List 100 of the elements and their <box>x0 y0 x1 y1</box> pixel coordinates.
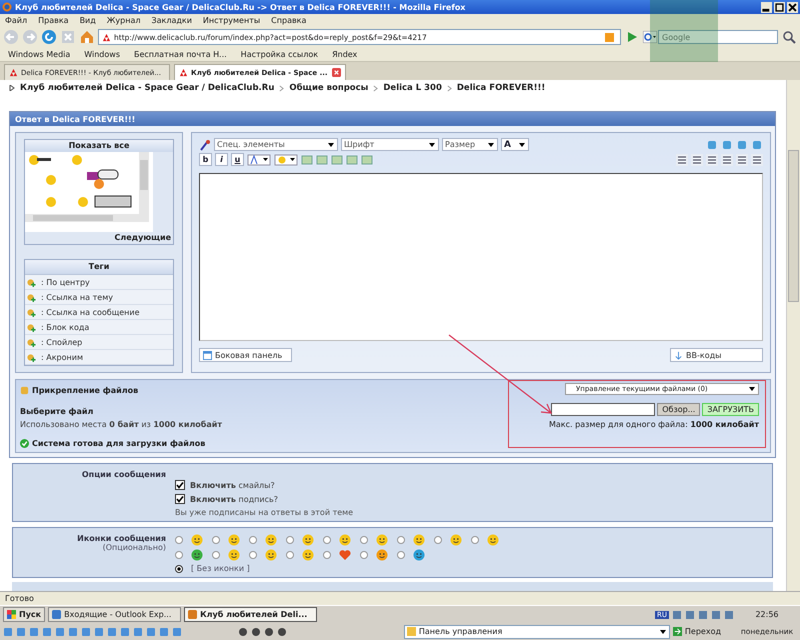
radio-button[interactable] <box>249 536 257 544</box>
minimize-icon[interactable] <box>761 2 772 12</box>
radio-button[interactable] <box>175 564 183 572</box>
go-button[interactable]: Переход <box>672 627 721 636</box>
tag-link[interactable]: : Акроним <box>41 352 83 362</box>
dropdown-arrow-icon[interactable] <box>748 385 756 393</box>
vertical-scrollbar[interactable] <box>786 80 800 591</box>
start-button[interactable]: Пуск <box>3 607 46 622</box>
tag-link[interactable]: : Блок кода <box>41 322 90 332</box>
align-icon[interactable] <box>676 154 688 166</box>
radio-button[interactable] <box>360 536 368 544</box>
home-icon[interactable] <box>79 29 95 45</box>
stop-icon[interactable] <box>60 29 76 45</box>
bookmark-link[interactable]: Windows <box>84 50 120 58</box>
menu-item[interactable]: Справка <box>271 16 306 25</box>
smiley-picker-icon[interactable] <box>274 154 298 166</box>
close-icon[interactable] <box>787 2 798 12</box>
back-icon[interactable] <box>3 29 19 45</box>
bookmark-link[interactable]: Бесплатная почта H... <box>134 50 227 58</box>
address-toolbar-field[interactable]: Панель управления <box>404 624 670 638</box>
radio-button[interactable] <box>175 551 183 559</box>
reload-icon[interactable] <box>41 29 57 45</box>
search-engine-icon[interactable] <box>643 31 657 43</box>
radio-button[interactable] <box>323 536 331 544</box>
menu-item[interactable]: Файл <box>5 16 28 25</box>
menu-item[interactable]: Инструменты <box>202 16 260 25</box>
taskbar-button[interactable]: Клуб любителей Deli... <box>184 607 318 622</box>
format-dropdown[interactable]: Размер <box>442 138 498 151</box>
tag-insert-icon[interactable] <box>27 338 36 346</box>
breadcrumb-link[interactable]: Delica FOREVER!!! <box>456 83 546 93</box>
align-icon[interactable] <box>721 154 733 166</box>
radio-button[interactable] <box>434 536 442 544</box>
radio-button[interactable] <box>471 536 479 544</box>
radio-button[interactable] <box>212 536 220 544</box>
format-button[interactable]: b <box>199 153 212 166</box>
taskbar-button[interactable]: Входящие - Outlook Exp... <box>48 607 182 622</box>
tag-insert-icon[interactable] <box>27 322 36 332</box>
radio-button[interactable] <box>323 551 331 559</box>
radio-button[interactable] <box>397 551 405 559</box>
smiley-icon <box>265 534 277 546</box>
search-field[interactable]: Google <box>658 30 778 44</box>
checkbox[interactable] <box>175 494 185 504</box>
insert-media-icon[interactable] <box>301 154 313 166</box>
radio-button[interactable] <box>175 536 183 544</box>
tag-link[interactable]: : Спойлер <box>41 338 82 346</box>
dropdown-arrow-icon[interactable] <box>658 628 667 636</box>
menu-item[interactable]: Вид <box>80 16 96 25</box>
breadcrumb-link[interactable]: Клуб любителей Delica - Space Gear / DelicaClub.Ru <box>20 83 274 93</box>
format-button[interactable]: i <box>215 153 228 166</box>
menu-item[interactable]: Правка <box>38 16 69 25</box>
upload-button[interactable]: ЗАГРУЗИТЬ <box>702 403 759 416</box>
dropdown-arrow-icon[interactable] <box>518 140 526 148</box>
checkbox[interactable] <box>175 480 185 490</box>
breadcrumb-link[interactable]: Общие вопросы <box>289 83 368 93</box>
align-icon[interactable] <box>751 154 763 166</box>
tag-insert-icon[interactable] <box>27 352 36 362</box>
align-icon[interactable] <box>706 154 718 166</box>
tag-link[interactable]: : Ссылка на сообщение <box>41 308 140 316</box>
insert-media-icon[interactable] <box>331 154 343 166</box>
browse-button[interactable]: Обзор... <box>657 403 700 416</box>
bbcode-button[interactable]: BB-коды <box>670 348 763 362</box>
radio-button[interactable] <box>286 536 294 544</box>
bookmark-link[interactable]: Яndex <box>332 50 358 58</box>
next-link[interactable]: Следующие <box>25 232 173 244</box>
tag-link[interactable]: : Ссылка на тему <box>41 292 113 302</box>
show-all-link[interactable]: Показать все <box>25 140 173 152</box>
menu-item[interactable]: Закладки <box>151 16 192 25</box>
smiley-icon <box>376 549 388 561</box>
tag-insert-icon[interactable] <box>27 278 36 286</box>
search-icon[interactable] <box>781 29 797 45</box>
sidebar-button[interactable]: Боковая панель <box>199 348 292 362</box>
tag-insert-icon[interactable] <box>27 308 36 316</box>
breadcrumb-link[interactable]: Delica L 300 <box>383 83 442 93</box>
format-dropdown[interactable]: A <box>501 138 529 151</box>
radio-button[interactable] <box>286 551 294 559</box>
align-icon[interactable] <box>736 154 748 166</box>
tag-insert-icon[interactable] <box>27 292 36 302</box>
insert-media-icon[interactable] <box>361 154 373 166</box>
radio-button[interactable] <box>360 551 368 559</box>
format-button[interactable]: u <box>231 153 244 166</box>
radio-button[interactable] <box>249 551 257 559</box>
maximize-icon[interactable] <box>774 2 785 12</box>
dropdown-arrow-icon[interactable] <box>487 140 495 148</box>
format-dropdown[interactable]: Шрифт <box>341 138 439 151</box>
forward-icon[interactable] <box>22 29 38 45</box>
format-dropdown[interactable]: Спец. элементы <box>214 138 338 151</box>
radio-button[interactable] <box>397 536 405 544</box>
wand-icon[interactable] <box>199 138 211 150</box>
menu-item[interactable]: Журнал <box>106 16 140 25</box>
dropdown-arrow-icon[interactable] <box>428 140 436 148</box>
text-color-icon[interactable] <box>247 154 271 166</box>
file-path-field[interactable] <box>551 403 656 416</box>
bookmark-link[interactable]: Настройка ссылок <box>240 50 318 58</box>
bookmark-link[interactable]: Windows Media <box>8 50 70 58</box>
insert-media-icon[interactable] <box>316 154 328 166</box>
radio-button[interactable] <box>212 551 220 559</box>
insert-media-icon[interactable] <box>346 154 358 166</box>
align-icon[interactable] <box>691 154 703 166</box>
dropdown-arrow-icon[interactable] <box>327 140 335 148</box>
tag-link[interactable]: : По центру <box>41 278 90 286</box>
